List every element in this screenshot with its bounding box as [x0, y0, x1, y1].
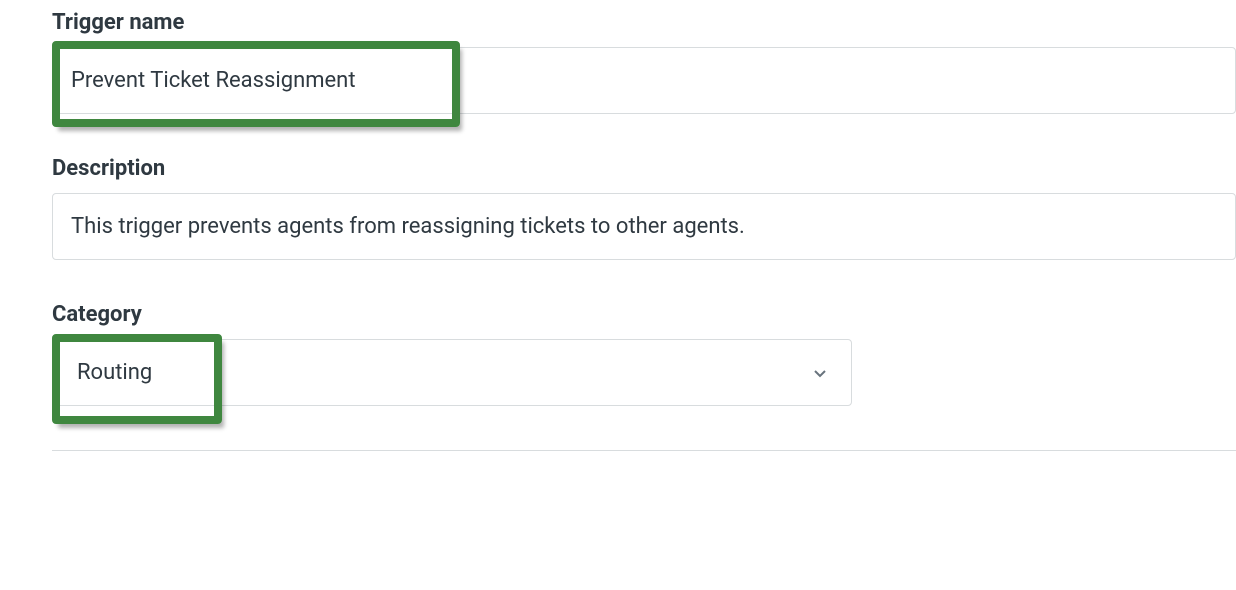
- trigger-name-field-group: Trigger name: [52, 10, 1236, 114]
- description-input-row: [52, 193, 1236, 260]
- description-input[interactable]: [52, 193, 1236, 260]
- trigger-name-input[interactable]: [52, 47, 1236, 114]
- bottom-divider: [52, 450, 1236, 451]
- trigger-name-label: Trigger name: [52, 10, 1236, 35]
- trigger-name-input-row: [52, 47, 1236, 114]
- chevron-down-icon: [811, 364, 829, 382]
- description-field-group: Description: [52, 156, 1236, 260]
- category-label: Category: [52, 302, 1236, 327]
- category-select-value: Routing: [77, 360, 152, 385]
- category-select-row: Routing: [52, 339, 852, 406]
- description-label: Description: [52, 156, 1236, 181]
- category-field-group: Category Routing: [52, 302, 1236, 406]
- category-select[interactable]: Routing: [52, 339, 852, 406]
